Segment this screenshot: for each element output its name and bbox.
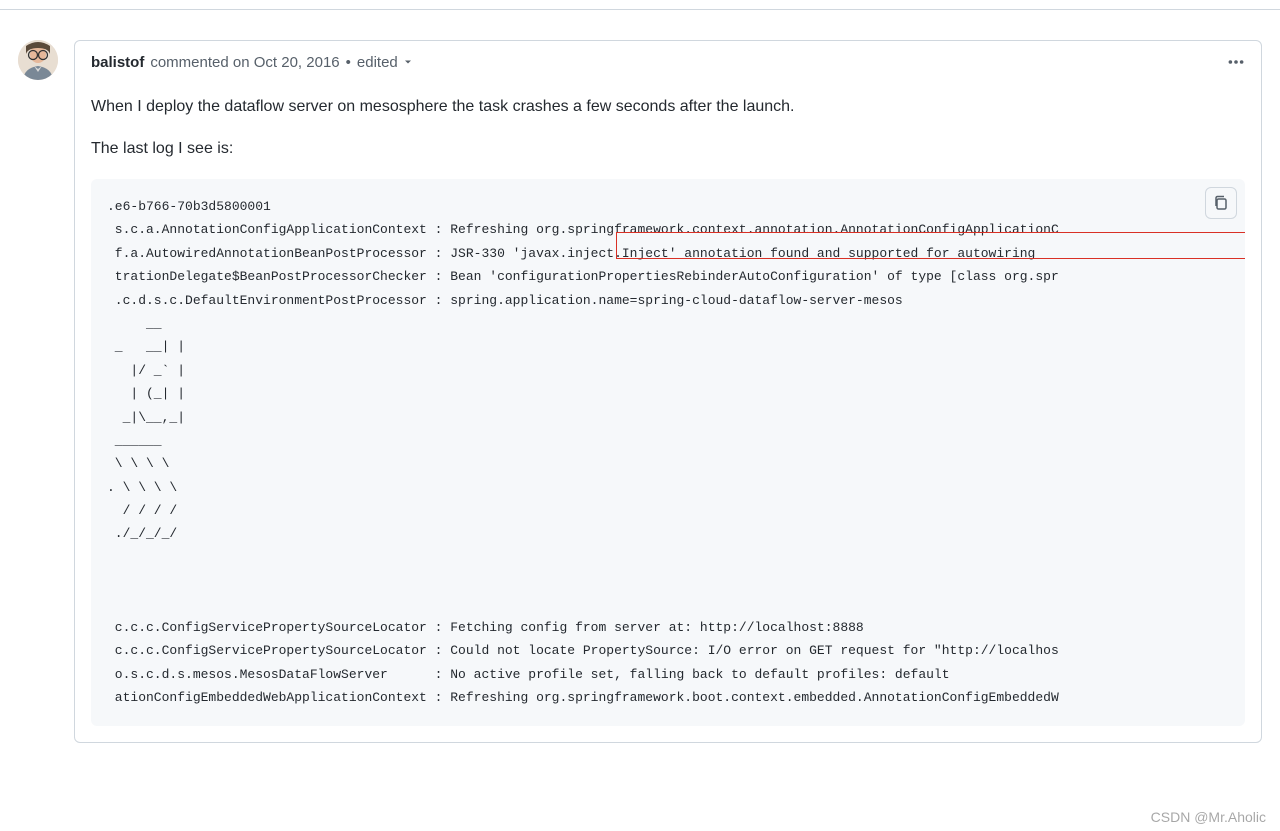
comment-body: When I deploy the dataflow server on mes…	[75, 95, 1261, 742]
author-link[interactable]: balistof	[91, 54, 144, 71]
kebab-icon	[1227, 53, 1245, 71]
code-scroll[interactable]: .e6-b766-70b3d5800001 s.c.a.AnnotationCo…	[91, 195, 1245, 710]
watermark: CSDN @Mr.Aholic	[1151, 809, 1266, 825]
comment-caret	[74, 54, 76, 72]
comment: balistof commented on Oct 20, 2016 • edi…	[0, 10, 1280, 743]
edited-label: edited	[357, 54, 398, 71]
commented-label: commented	[150, 54, 228, 71]
code-block: .e6-b766-70b3d5800001 s.c.a.AnnotationCo…	[91, 179, 1245, 726]
more-options-button[interactable]	[1227, 53, 1245, 71]
avatar[interactable]	[18, 40, 58, 80]
avatar-column	[18, 40, 58, 743]
comment-header: balistof commented on Oct 20, 2016 • edi…	[75, 41, 1261, 83]
code-text: .e6-b766-70b3d5800001 s.c.a.AnnotationCo…	[107, 195, 1245, 710]
edited-dropdown[interactable]: edited	[357, 54, 414, 71]
body-paragraph: When I deploy the dataflow server on mes…	[91, 95, 1245, 119]
body-paragraph: The last log I see is:	[91, 137, 1245, 161]
dot-separator: •	[346, 54, 351, 71]
comment-container: balistof commented on Oct 20, 2016 • edi…	[74, 40, 1262, 743]
divider	[0, 0, 1280, 10]
timestamp[interactable]: on Oct 20, 2016	[233, 54, 340, 71]
chevron-down-icon	[402, 56, 414, 68]
